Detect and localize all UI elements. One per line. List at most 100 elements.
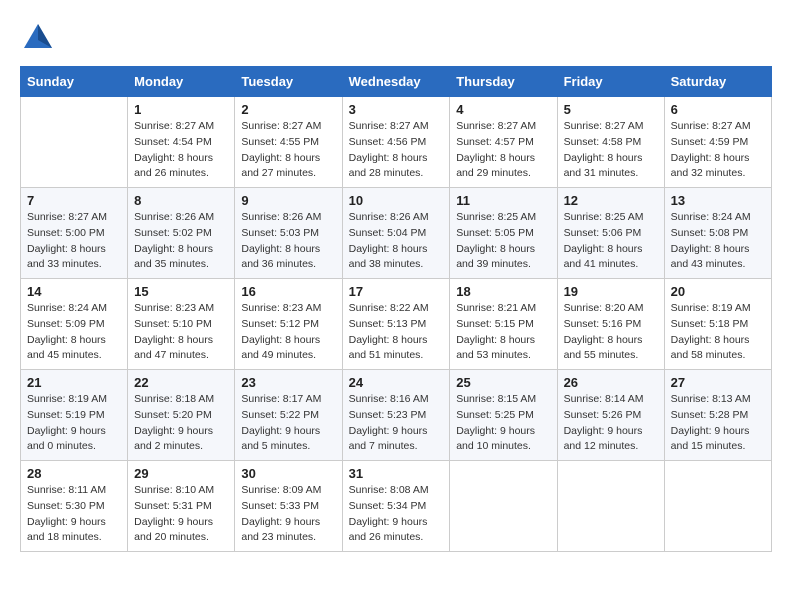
calendar-cell: 26Sunrise: 8:14 AMSunset: 5:26 PMDayligh… bbox=[557, 370, 664, 461]
calendar-week-row: 14Sunrise: 8:24 AMSunset: 5:09 PMDayligh… bbox=[21, 279, 772, 370]
day-info: Sunrise: 8:25 AMSunset: 5:05 PMDaylight:… bbox=[456, 210, 550, 273]
day-info: Sunrise: 8:25 AMSunset: 5:06 PMDaylight:… bbox=[564, 210, 658, 273]
calendar-cell: 4 Sunrise: 8:27 AMSunset: 4:57 PMDaylight… bbox=[450, 97, 557, 188]
day-info: Sunrise: 8:26 AMSunset: 5:02 PMDaylight:… bbox=[134, 210, 228, 273]
day-info: Sunrise: 8:27 AMSunset: 4:57 PMDaylight:… bbox=[456, 119, 550, 182]
calendar-cell: 29Sunrise: 8:10 AMSunset: 5:31 PMDayligh… bbox=[128, 461, 235, 552]
day-info: Sunrise: 8:22 AMSunset: 5:13 PMDaylight:… bbox=[349, 301, 444, 364]
calendar-cell: 10 Sunrise: 8:26 AMSunset: 5:04 PMDayligh… bbox=[342, 188, 450, 279]
calendar-cell: 8 Sunrise: 8:26 AMSunset: 5:02 PMDaylight… bbox=[128, 188, 235, 279]
day-info: Sunrise: 8:27 AMSunset: 4:56 PMDaylight:… bbox=[349, 119, 444, 182]
calendar-week-row: 28 Sunrise: 8:11 AMSunset: 5:30 PMDayligh… bbox=[21, 461, 772, 552]
calendar-cell: 11 Sunrise: 8:25 AMSunset: 5:05 PMDayligh… bbox=[450, 188, 557, 279]
day-number: 12 bbox=[564, 193, 658, 208]
day-info: Sunrise: 8:11 AMSunset: 5:30 PMDaylight:… bbox=[27, 483, 121, 546]
calendar-cell: 25 Sunrise: 8:15 AMSunset: 5:25 PMDayligh… bbox=[450, 370, 557, 461]
calendar-cell bbox=[21, 97, 128, 188]
calendar-cell: 23Sunrise: 8:17 AMSunset: 5:22 PMDayligh… bbox=[235, 370, 342, 461]
logo-icon bbox=[20, 20, 56, 56]
day-info: Sunrise: 8:27 AMSunset: 4:59 PMDaylight:… bbox=[671, 119, 765, 182]
day-number: 8 bbox=[134, 193, 228, 208]
calendar-cell: 21 Sunrise: 8:19 AMSunset: 5:19 PMDayligh… bbox=[21, 370, 128, 461]
calendar-cell: 13 Sunrise: 8:24 AMSunset: 5:08 PMDayligh… bbox=[664, 188, 771, 279]
day-info: Sunrise: 8:23 AMSunset: 5:12 PMDaylight:… bbox=[241, 301, 335, 364]
day-info: Sunrise: 8:27 AMSunset: 4:54 PMDaylight:… bbox=[134, 119, 228, 182]
calendar-cell: 17 Sunrise: 8:22 AMSunset: 5:13 PMDayligh… bbox=[342, 279, 450, 370]
calendar-cell: 18 Sunrise: 8:21 AMSunset: 5:15 PMDayligh… bbox=[450, 279, 557, 370]
day-info: Sunrise: 8:26 AMSunset: 5:03 PMDaylight:… bbox=[241, 210, 335, 273]
day-number: 7 bbox=[27, 193, 121, 208]
calendar-cell: 9 Sunrise: 8:26 AMSunset: 5:03 PMDaylight… bbox=[235, 188, 342, 279]
calendar-cell: 15 Sunrise: 8:23 AMSunset: 5:10 PMDayligh… bbox=[128, 279, 235, 370]
calendar-week-row: 1Sunrise: 8:27 AMSunset: 4:54 PMDaylight… bbox=[21, 97, 772, 188]
logo bbox=[20, 20, 60, 56]
calendar-cell: 14Sunrise: 8:24 AMSunset: 5:09 PMDayligh… bbox=[21, 279, 128, 370]
day-number: 28 bbox=[27, 466, 121, 481]
day-number: 13 bbox=[671, 193, 765, 208]
day-number: 10 bbox=[349, 193, 444, 208]
day-number: 6 bbox=[671, 102, 765, 117]
day-info: Sunrise: 8:26 AMSunset: 5:04 PMDaylight:… bbox=[349, 210, 444, 273]
day-number: 4 bbox=[456, 102, 550, 117]
calendar-body: 1Sunrise: 8:27 AMSunset: 4:54 PMDaylight… bbox=[21, 97, 772, 552]
calendar-week-row: 7 Sunrise: 8:27 AMSunset: 5:00 PMDaylight… bbox=[21, 188, 772, 279]
day-info: Sunrise: 8:19 AMSunset: 5:19 PMDaylight:… bbox=[27, 392, 121, 455]
day-number: 16 bbox=[241, 284, 335, 299]
calendar-cell: 30Sunrise: 8:09 AMSunset: 5:33 PMDayligh… bbox=[235, 461, 342, 552]
calendar-cell: 5 Sunrise: 8:27 AMSunset: 4:58 PMDaylight… bbox=[557, 97, 664, 188]
day-number: 9 bbox=[241, 193, 335, 208]
weekday-header-thursday: Thursday bbox=[450, 67, 557, 97]
calendar-cell: 19 Sunrise: 8:20 AMSunset: 5:16 PMDayligh… bbox=[557, 279, 664, 370]
day-number: 14 bbox=[27, 284, 121, 299]
day-number: 21 bbox=[27, 375, 121, 390]
day-info: Sunrise: 8:27 AMSunset: 4:58 PMDaylight:… bbox=[564, 119, 658, 182]
weekday-header-monday: Monday bbox=[128, 67, 235, 97]
calendar-header: SundayMondayTuesdayWednesdayThursdayFrid… bbox=[21, 67, 772, 97]
day-number: 18 bbox=[456, 284, 550, 299]
calendar-cell bbox=[557, 461, 664, 552]
day-number: 17 bbox=[349, 284, 444, 299]
day-info: Sunrise: 8:21 AMSunset: 5:15 PMDaylight:… bbox=[456, 301, 550, 364]
day-number: 24 bbox=[349, 375, 444, 390]
day-number: 20 bbox=[671, 284, 765, 299]
day-info: Sunrise: 8:14 AMSunset: 5:26 PMDaylight:… bbox=[564, 392, 658, 455]
calendar-cell: 27Sunrise: 8:13 AMSunset: 5:28 PMDayligh… bbox=[664, 370, 771, 461]
calendar-cell: 22Sunrise: 8:18 AMSunset: 5:20 PMDayligh… bbox=[128, 370, 235, 461]
page-header bbox=[20, 20, 772, 56]
day-number: 2 bbox=[241, 102, 335, 117]
day-info: Sunrise: 8:16 AMSunset: 5:23 PMDaylight:… bbox=[349, 392, 444, 455]
day-number: 3 bbox=[349, 102, 444, 117]
calendar-cell: 24 Sunrise: 8:16 AMSunset: 5:23 PMDayligh… bbox=[342, 370, 450, 461]
calendar-cell: 1Sunrise: 8:27 AMSunset: 4:54 PMDaylight… bbox=[128, 97, 235, 188]
calendar-cell: 3 Sunrise: 8:27 AMSunset: 4:56 PMDaylight… bbox=[342, 97, 450, 188]
day-info: Sunrise: 8:13 AMSunset: 5:28 PMDaylight:… bbox=[671, 392, 765, 455]
calendar-cell bbox=[664, 461, 771, 552]
day-info: Sunrise: 8:27 AMSunset: 5:00 PMDaylight:… bbox=[27, 210, 121, 273]
day-number: 5 bbox=[564, 102, 658, 117]
day-number: 22 bbox=[134, 375, 228, 390]
day-number: 15 bbox=[134, 284, 228, 299]
day-number: 19 bbox=[564, 284, 658, 299]
day-info: Sunrise: 8:27 AMSunset: 4:55 PMDaylight:… bbox=[241, 119, 335, 182]
day-info: Sunrise: 8:15 AMSunset: 5:25 PMDaylight:… bbox=[456, 392, 550, 455]
day-number: 31 bbox=[349, 466, 444, 481]
calendar-week-row: 21 Sunrise: 8:19 AMSunset: 5:19 PMDayligh… bbox=[21, 370, 772, 461]
calendar-cell: 28 Sunrise: 8:11 AMSunset: 5:30 PMDayligh… bbox=[21, 461, 128, 552]
calendar-cell bbox=[450, 461, 557, 552]
day-info: Sunrise: 8:24 AMSunset: 5:08 PMDaylight:… bbox=[671, 210, 765, 273]
calendar-cell: 6 Sunrise: 8:27 AMSunset: 4:59 PMDaylight… bbox=[664, 97, 771, 188]
day-number: 11 bbox=[456, 193, 550, 208]
day-number: 30 bbox=[241, 466, 335, 481]
calendar-cell: 31 Sunrise: 8:08 AMSunset: 5:34 PMDayligh… bbox=[342, 461, 450, 552]
day-number: 29 bbox=[134, 466, 228, 481]
day-info: Sunrise: 8:08 AMSunset: 5:34 PMDaylight:… bbox=[349, 483, 444, 546]
calendar-cell: 20 Sunrise: 8:19 AMSunset: 5:18 PMDayligh… bbox=[664, 279, 771, 370]
weekday-header-tuesday: Tuesday bbox=[235, 67, 342, 97]
day-info: Sunrise: 8:20 AMSunset: 5:16 PMDaylight:… bbox=[564, 301, 658, 364]
calendar-cell: 12 Sunrise: 8:25 AMSunset: 5:06 PMDayligh… bbox=[557, 188, 664, 279]
day-info: Sunrise: 8:17 AMSunset: 5:22 PMDaylight:… bbox=[241, 392, 335, 455]
weekday-header-sunday: Sunday bbox=[21, 67, 128, 97]
day-info: Sunrise: 8:23 AMSunset: 5:10 PMDaylight:… bbox=[134, 301, 228, 364]
day-info: Sunrise: 8:19 AMSunset: 5:18 PMDaylight:… bbox=[671, 301, 765, 364]
day-number: 25 bbox=[456, 375, 550, 390]
